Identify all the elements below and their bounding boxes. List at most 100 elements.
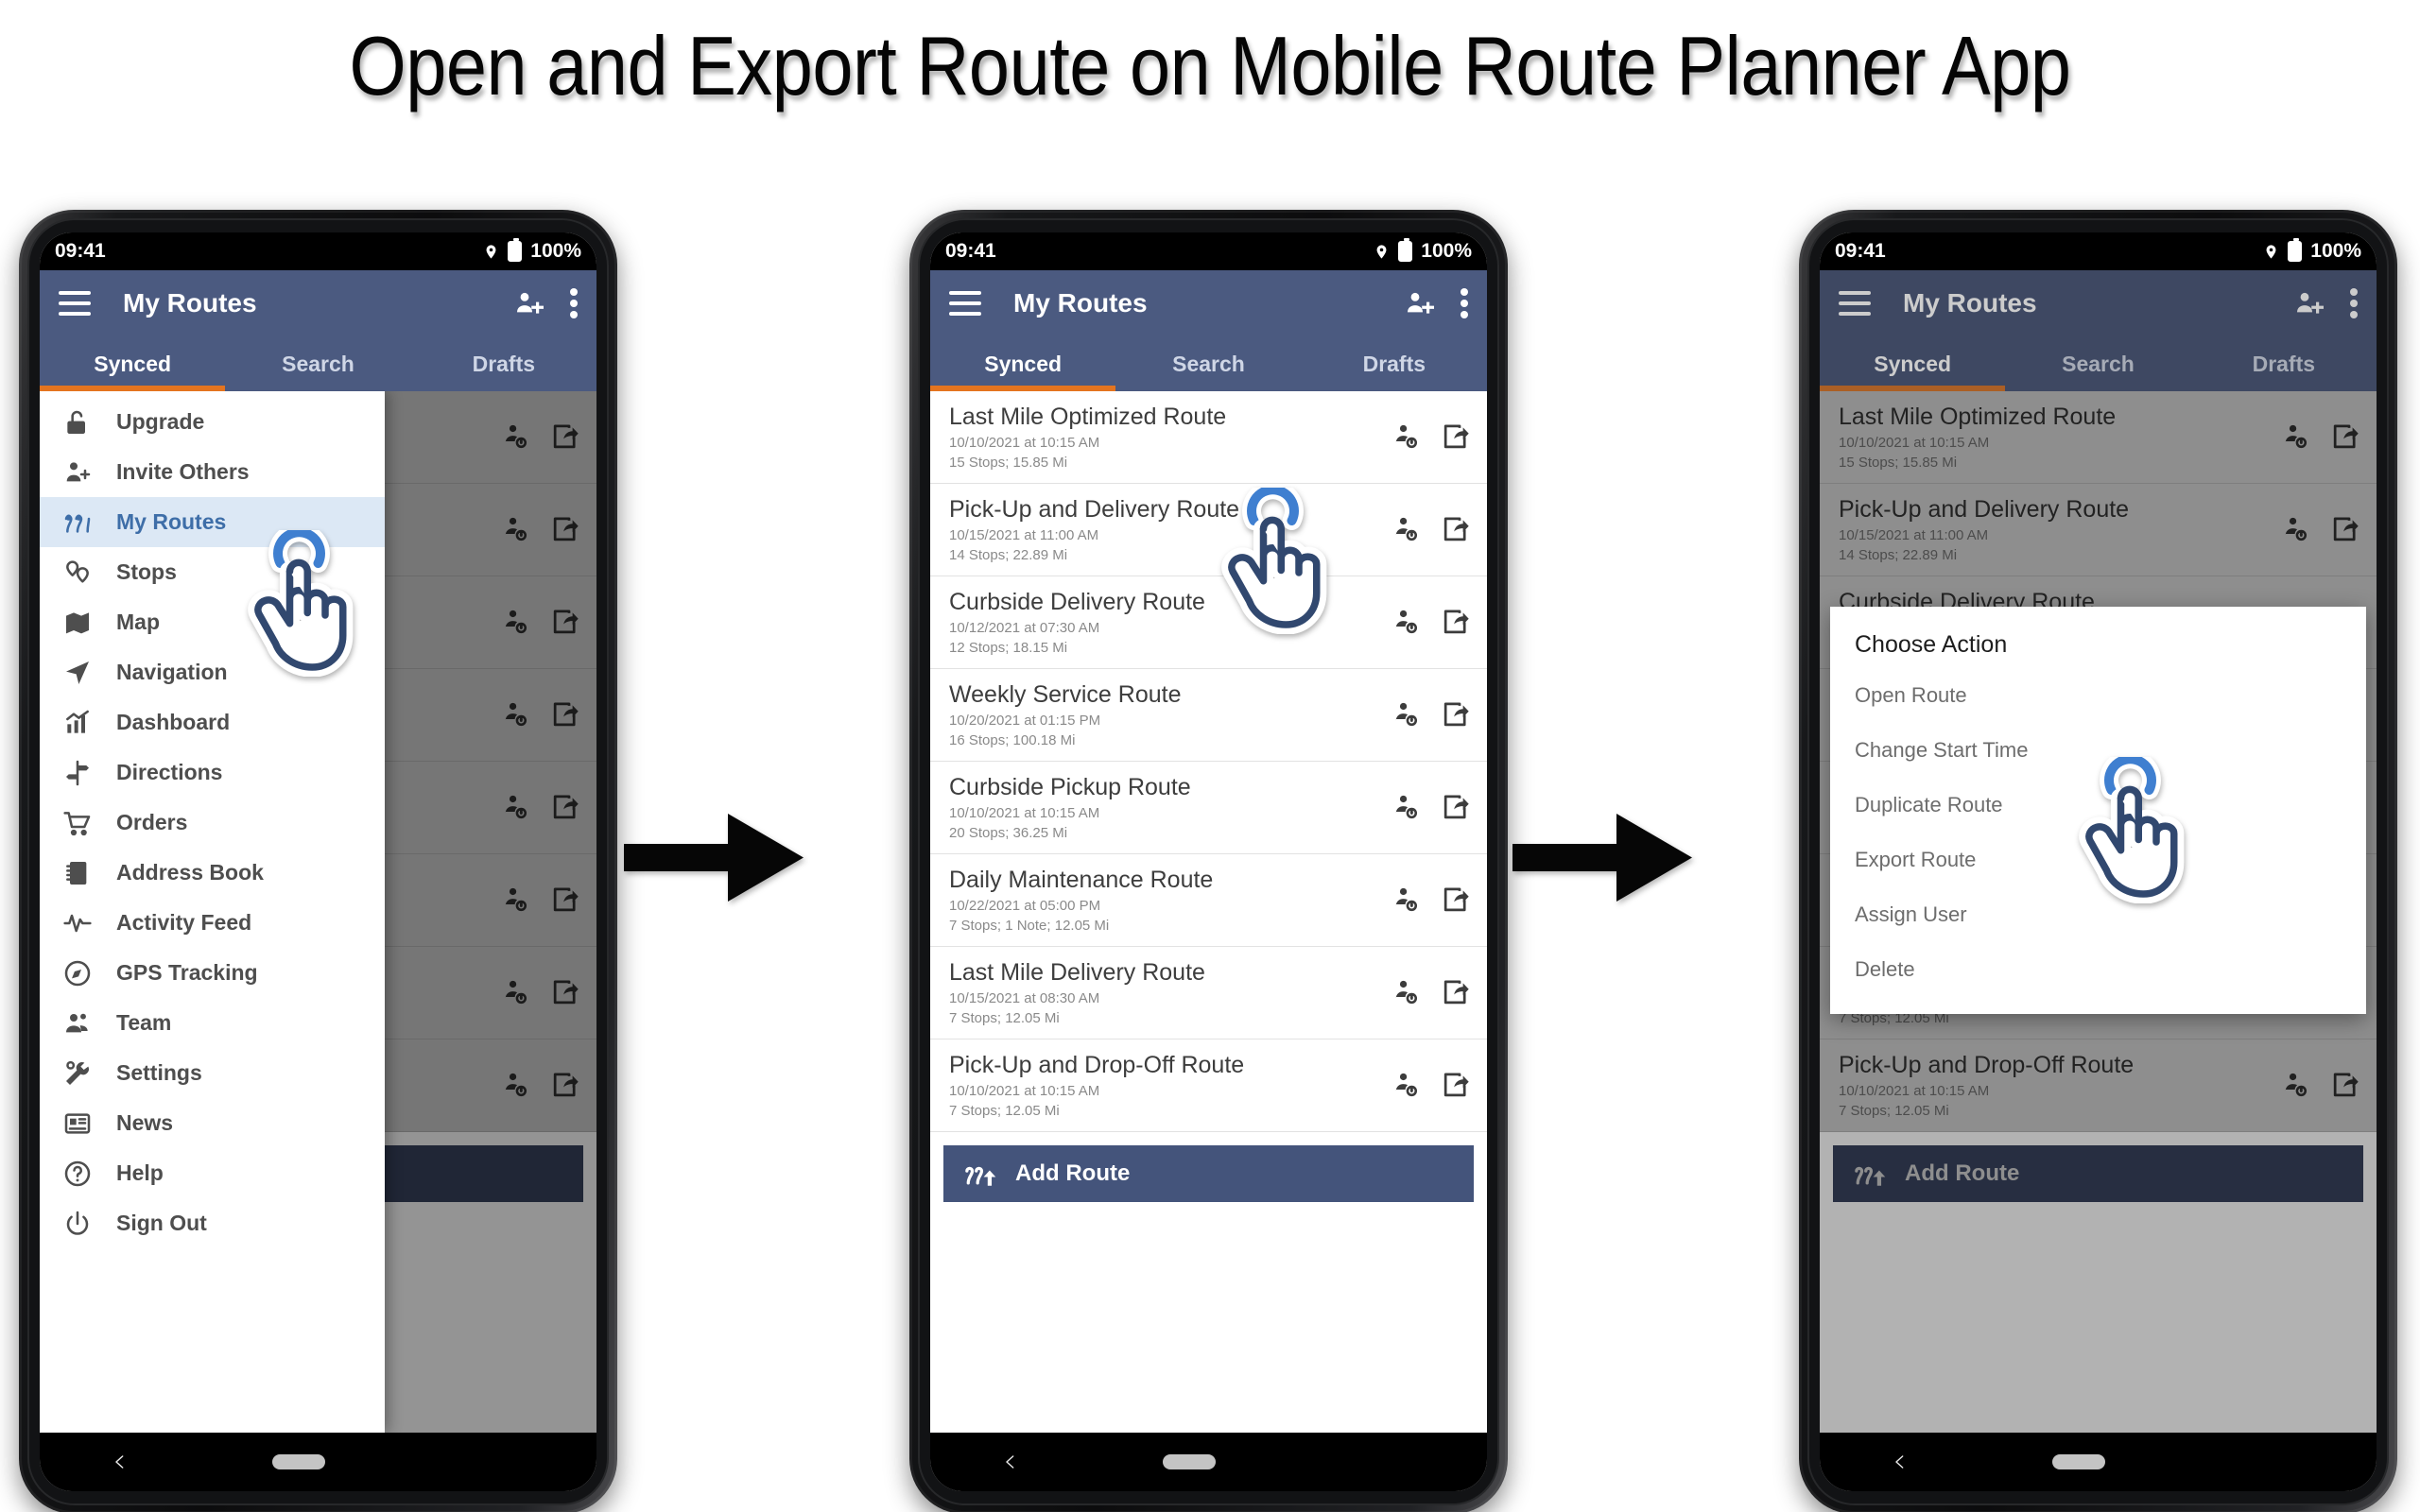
table-row[interactable]: Pick-Up and Drop-Off Route 10/10/2021 at … bbox=[930, 1040, 1487, 1132]
dialog-item-duplicate-route[interactable]: Duplicate Route bbox=[1830, 778, 2366, 833]
overflow-menu-icon[interactable] bbox=[570, 288, 578, 318]
overflow-menu-icon[interactable] bbox=[1461, 288, 1468, 318]
back-chevron-icon[interactable] bbox=[112, 1449, 128, 1475]
location-pin-icon bbox=[2266, 244, 2276, 259]
sidebar-item-map[interactable]: Map bbox=[40, 597, 385, 647]
table-row[interactable]: Pick-Up and Delivery Route 10/15/2021 at … bbox=[930, 484, 1487, 576]
assign-user-icon[interactable] bbox=[1391, 608, 1420, 637]
navigation-arrow-icon bbox=[66, 661, 89, 684]
tab-drafts[interactable]: Drafts bbox=[2191, 336, 2377, 391]
sidebar-item-directions[interactable]: Directions bbox=[40, 747, 385, 798]
tab-search[interactable]: Search bbox=[2005, 336, 2190, 391]
dialog-item-delete[interactable]: Delete bbox=[1830, 942, 2366, 997]
route-text: Daily Maintenance Route 10/22/2021 at 05:… bbox=[949, 867, 1381, 934]
back-chevron-icon[interactable] bbox=[1893, 1449, 1908, 1475]
sidebar-item-news[interactable]: News bbox=[40, 1098, 385, 1148]
sidebar-item-navigation[interactable]: Navigation bbox=[40, 647, 385, 697]
back-chevron-icon[interactable] bbox=[1003, 1449, 1018, 1475]
assign-user-icon[interactable] bbox=[1391, 422, 1420, 452]
notebook-icon bbox=[66, 861, 87, 885]
tab-search[interactable]: Search bbox=[225, 336, 410, 391]
sidebar-item-help[interactable]: Help bbox=[40, 1148, 385, 1198]
export-share-icon[interactable] bbox=[1441, 422, 1470, 452]
tab-drafts[interactable]: Drafts bbox=[1302, 336, 1487, 391]
overflow-menu-icon[interactable] bbox=[2350, 288, 2358, 318]
app-root-1: 09:41 100% My Routes Synced Search Draft… bbox=[40, 232, 596, 1491]
tab-synced[interactable]: Synced bbox=[1820, 336, 2006, 391]
sidebar-item-team[interactable]: Team bbox=[40, 998, 385, 1048]
sidebar-item-label: Stops bbox=[116, 559, 177, 584]
home-pill-icon[interactable] bbox=[1163, 1454, 1217, 1469]
sidebar-item-address-book[interactable]: Address Book bbox=[40, 848, 385, 898]
sidebar-item-upgrade[interactable]: Upgrade bbox=[40, 397, 385, 447]
assign-user-icon[interactable] bbox=[1391, 978, 1420, 1007]
app-bar-actions bbox=[513, 288, 578, 318]
add-route-button[interactable]: Add Route bbox=[943, 1145, 1474, 1202]
gps-compass-icon bbox=[64, 960, 91, 986]
export-share-icon[interactable] bbox=[1441, 1071, 1470, 1100]
assign-user-icon[interactable] bbox=[1391, 793, 1420, 822]
table-row[interactable]: Last Mile Optimized Route 10/10/2021 at 1… bbox=[930, 391, 1487, 484]
table-row[interactable]: Curbside Pickup Route 10/10/2021 at 10:15… bbox=[930, 762, 1487, 854]
sidebar-item-settings[interactable]: Settings bbox=[40, 1048, 385, 1098]
export-share-icon[interactable] bbox=[1441, 515, 1470, 544]
sidebar-item-label: GPS Tracking bbox=[116, 960, 258, 985]
sidebar-item-stops[interactable]: Stops bbox=[40, 547, 385, 597]
tab-synced[interactable]: Synced bbox=[930, 336, 1116, 391]
person-add-icon[interactable] bbox=[2293, 288, 2324, 318]
export-share-icon[interactable] bbox=[1441, 608, 1470, 637]
phone-2-screen: 09:41 100% My Routes Synced Search Draft… bbox=[930, 232, 1487, 1491]
flow-arrow-1 bbox=[624, 808, 804, 907]
sidebar-item-label: Address Book bbox=[116, 860, 264, 885]
hamburger-menu-icon[interactable] bbox=[59, 291, 91, 316]
person-add-icon[interactable] bbox=[1404, 288, 1434, 318]
tab-search[interactable]: Search bbox=[1115, 336, 1301, 391]
table-row[interactable]: Daily Maintenance Route 10/22/2021 at 05:… bbox=[930, 854, 1487, 947]
assign-user-icon[interactable] bbox=[1391, 700, 1420, 730]
sidebar-item-sign-out[interactable]: Sign Out bbox=[40, 1198, 385, 1248]
home-pill-icon[interactable] bbox=[2052, 1454, 2106, 1469]
sidebar-item-my-routes[interactable]: My Routes bbox=[40, 497, 386, 547]
route-datetime: 10/20/2021 at 01:15 PM bbox=[949, 713, 1101, 729]
app-bar-row: My Routes bbox=[930, 270, 1487, 336]
battery-full-icon bbox=[1398, 238, 1413, 262]
route-datetime: 10/22/2021 at 05:00 PM bbox=[949, 898, 1101, 914]
person-add-icon[interactable] bbox=[513, 288, 544, 318]
table-row[interactable]: Curbside Delivery Route 10/12/2021 at 07:… bbox=[930, 576, 1487, 669]
tab-drafts[interactable]: Drafts bbox=[411, 336, 596, 391]
export-share-icon[interactable] bbox=[1441, 700, 1470, 730]
hamburger-menu-icon[interactable] bbox=[1839, 291, 1871, 316]
sidebar-item-label: Upgrade bbox=[116, 409, 205, 434]
home-pill-icon[interactable] bbox=[272, 1454, 326, 1469]
tab-synced[interactable]: Synced bbox=[40, 336, 226, 391]
sidebar-item-activity-feed[interactable]: Activity Feed bbox=[40, 898, 385, 948]
dialog-item-export-route[interactable]: Export Route bbox=[1830, 833, 2366, 887]
battery-full-icon bbox=[2288, 238, 2303, 262]
export-share-icon[interactable] bbox=[1441, 885, 1470, 915]
sidebar-item-label: Team bbox=[116, 1010, 172, 1035]
table-row[interactable]: Last Mile Delivery Route 10/15/2021 at 08… bbox=[930, 947, 1487, 1040]
assign-user-icon[interactable] bbox=[1391, 1071, 1420, 1100]
route-text: Curbside Delivery Route 10/12/2021 at 07:… bbox=[949, 589, 1381, 656]
export-share-icon[interactable] bbox=[1441, 978, 1470, 1007]
dialog-item-open-route[interactable]: Open Route bbox=[1830, 668, 2366, 723]
app-bar-title: My Routes bbox=[123, 288, 257, 318]
route-stats: 7 Stops; 1 Note; 12.05 Mi bbox=[949, 918, 1110, 934]
app-bar-row: My Routes bbox=[40, 270, 596, 336]
route-list-area-3: Last Mile Optimized Route 10/10/2021 at 1… bbox=[1820, 391, 2377, 1433]
sidebar-item-invite-others[interactable]: Invite Others bbox=[40, 447, 385, 497]
sidebar-item-orders[interactable]: Orders bbox=[40, 798, 385, 848]
export-share-icon[interactable] bbox=[1441, 793, 1470, 822]
route-datetime: 10/10/2021 at 10:15 AM bbox=[949, 1083, 1100, 1099]
sidebar-item-gps-tracking[interactable]: GPS Tracking bbox=[40, 948, 385, 998]
page-title: Open and Export Route on Mobile Route Pl… bbox=[349, 19, 2071, 112]
dialog-item-change-start-time[interactable]: Change Start Time bbox=[1830, 723, 2366, 778]
assign-user-icon[interactable] bbox=[1391, 885, 1420, 915]
hamburger-menu-icon[interactable] bbox=[949, 291, 981, 316]
assign-user-icon[interactable] bbox=[1391, 515, 1420, 544]
route-text: Curbside Pickup Route 10/10/2021 at 10:15… bbox=[949, 774, 1381, 841]
dialog-item-assign-user[interactable]: Assign User bbox=[1830, 887, 2366, 942]
table-row[interactable]: Weekly Service Route 10/20/2021 at 01:15 … bbox=[930, 669, 1487, 762]
sidebar-item-dashboard[interactable]: Dashboard bbox=[40, 697, 385, 747]
power-icon bbox=[66, 1211, 89, 1235]
